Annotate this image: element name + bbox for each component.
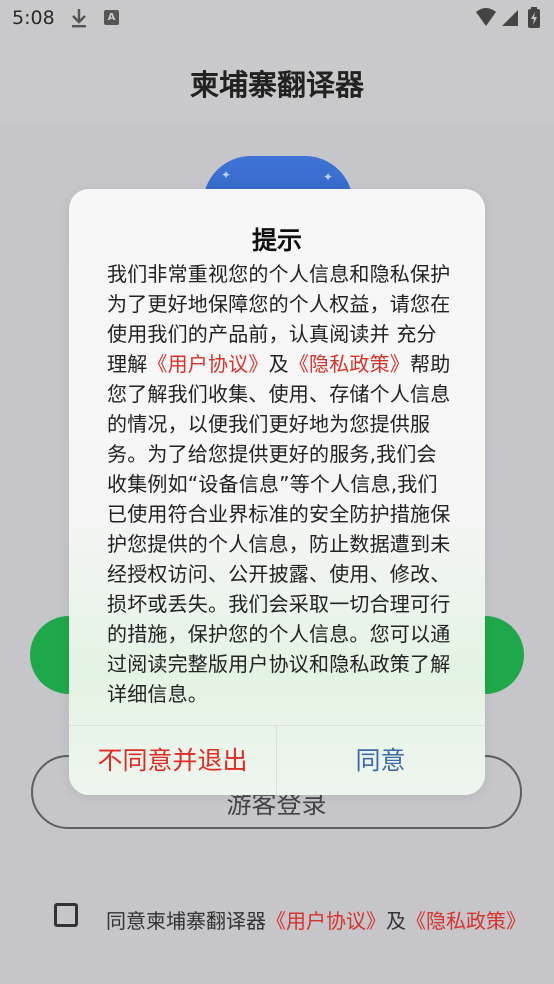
status-time: 5:08 <box>12 7 55 29</box>
agree-checkbox[interactable] <box>54 903 78 927</box>
signal-icon <box>502 10 518 26</box>
a-notification-icon: A <box>104 10 119 25</box>
user-agreement-link[interactable]: 《用户协议》 <box>266 909 386 933</box>
wifi-icon <box>476 8 496 26</box>
sparkle-icon: ✦ <box>221 168 232 182</box>
disagree-exit-button[interactable]: 不同意并退出 <box>69 726 276 795</box>
dialog-title: 提示 <box>251 226 302 255</box>
privacy-policy-link[interactable]: 《隐私政策》 <box>406 909 526 933</box>
download-icon <box>70 7 88 33</box>
agreement-and: 及 <box>386 909 406 933</box>
agreement-prefix: 同意柬埔寨翻译器 <box>106 909 266 933</box>
privacy-dialog: 提示 我们非常重视您的个人信息和隐私保护为了更好地保障您的个人权益，请您在使用我… <box>69 189 485 795</box>
battery-icon <box>528 7 540 28</box>
status-bar: 5:08 A <box>0 0 554 38</box>
dialog-and: 及 <box>268 352 289 376</box>
dialog-privacy-policy-link[interactable]: 《隐私政策》 <box>289 352 410 376</box>
agreement-row: 同意柬埔寨翻译器《用户协议》及《隐私政策》 <box>0 895 554 939</box>
agree-button[interactable]: 同意 <box>277 726 484 795</box>
page-title: 柬埔寨翻译器 <box>189 68 364 102</box>
dialog-body: 我们非常重视您的个人信息和隐私保护为了更好地保障您的个人权益，请您在使用我们的产… <box>107 259 453 709</box>
status-icons <box>474 6 546 34</box>
agreement-text: 同意柬埔寨翻译器《用户协议》及《隐私政策》 <box>106 905 526 934</box>
dialog-body-text-2: 帮助您了解我们收集、使用、存储个人信息的情况，以便我们更好地为您提供服务。为了给… <box>107 352 451 706</box>
app-bar: 柬埔寨翻译器 <box>0 38 554 125</box>
dialog-user-agreement-link[interactable]: 《用户协议》 <box>147 352 268 376</box>
sparkle-icon: ✦ <box>323 170 334 184</box>
